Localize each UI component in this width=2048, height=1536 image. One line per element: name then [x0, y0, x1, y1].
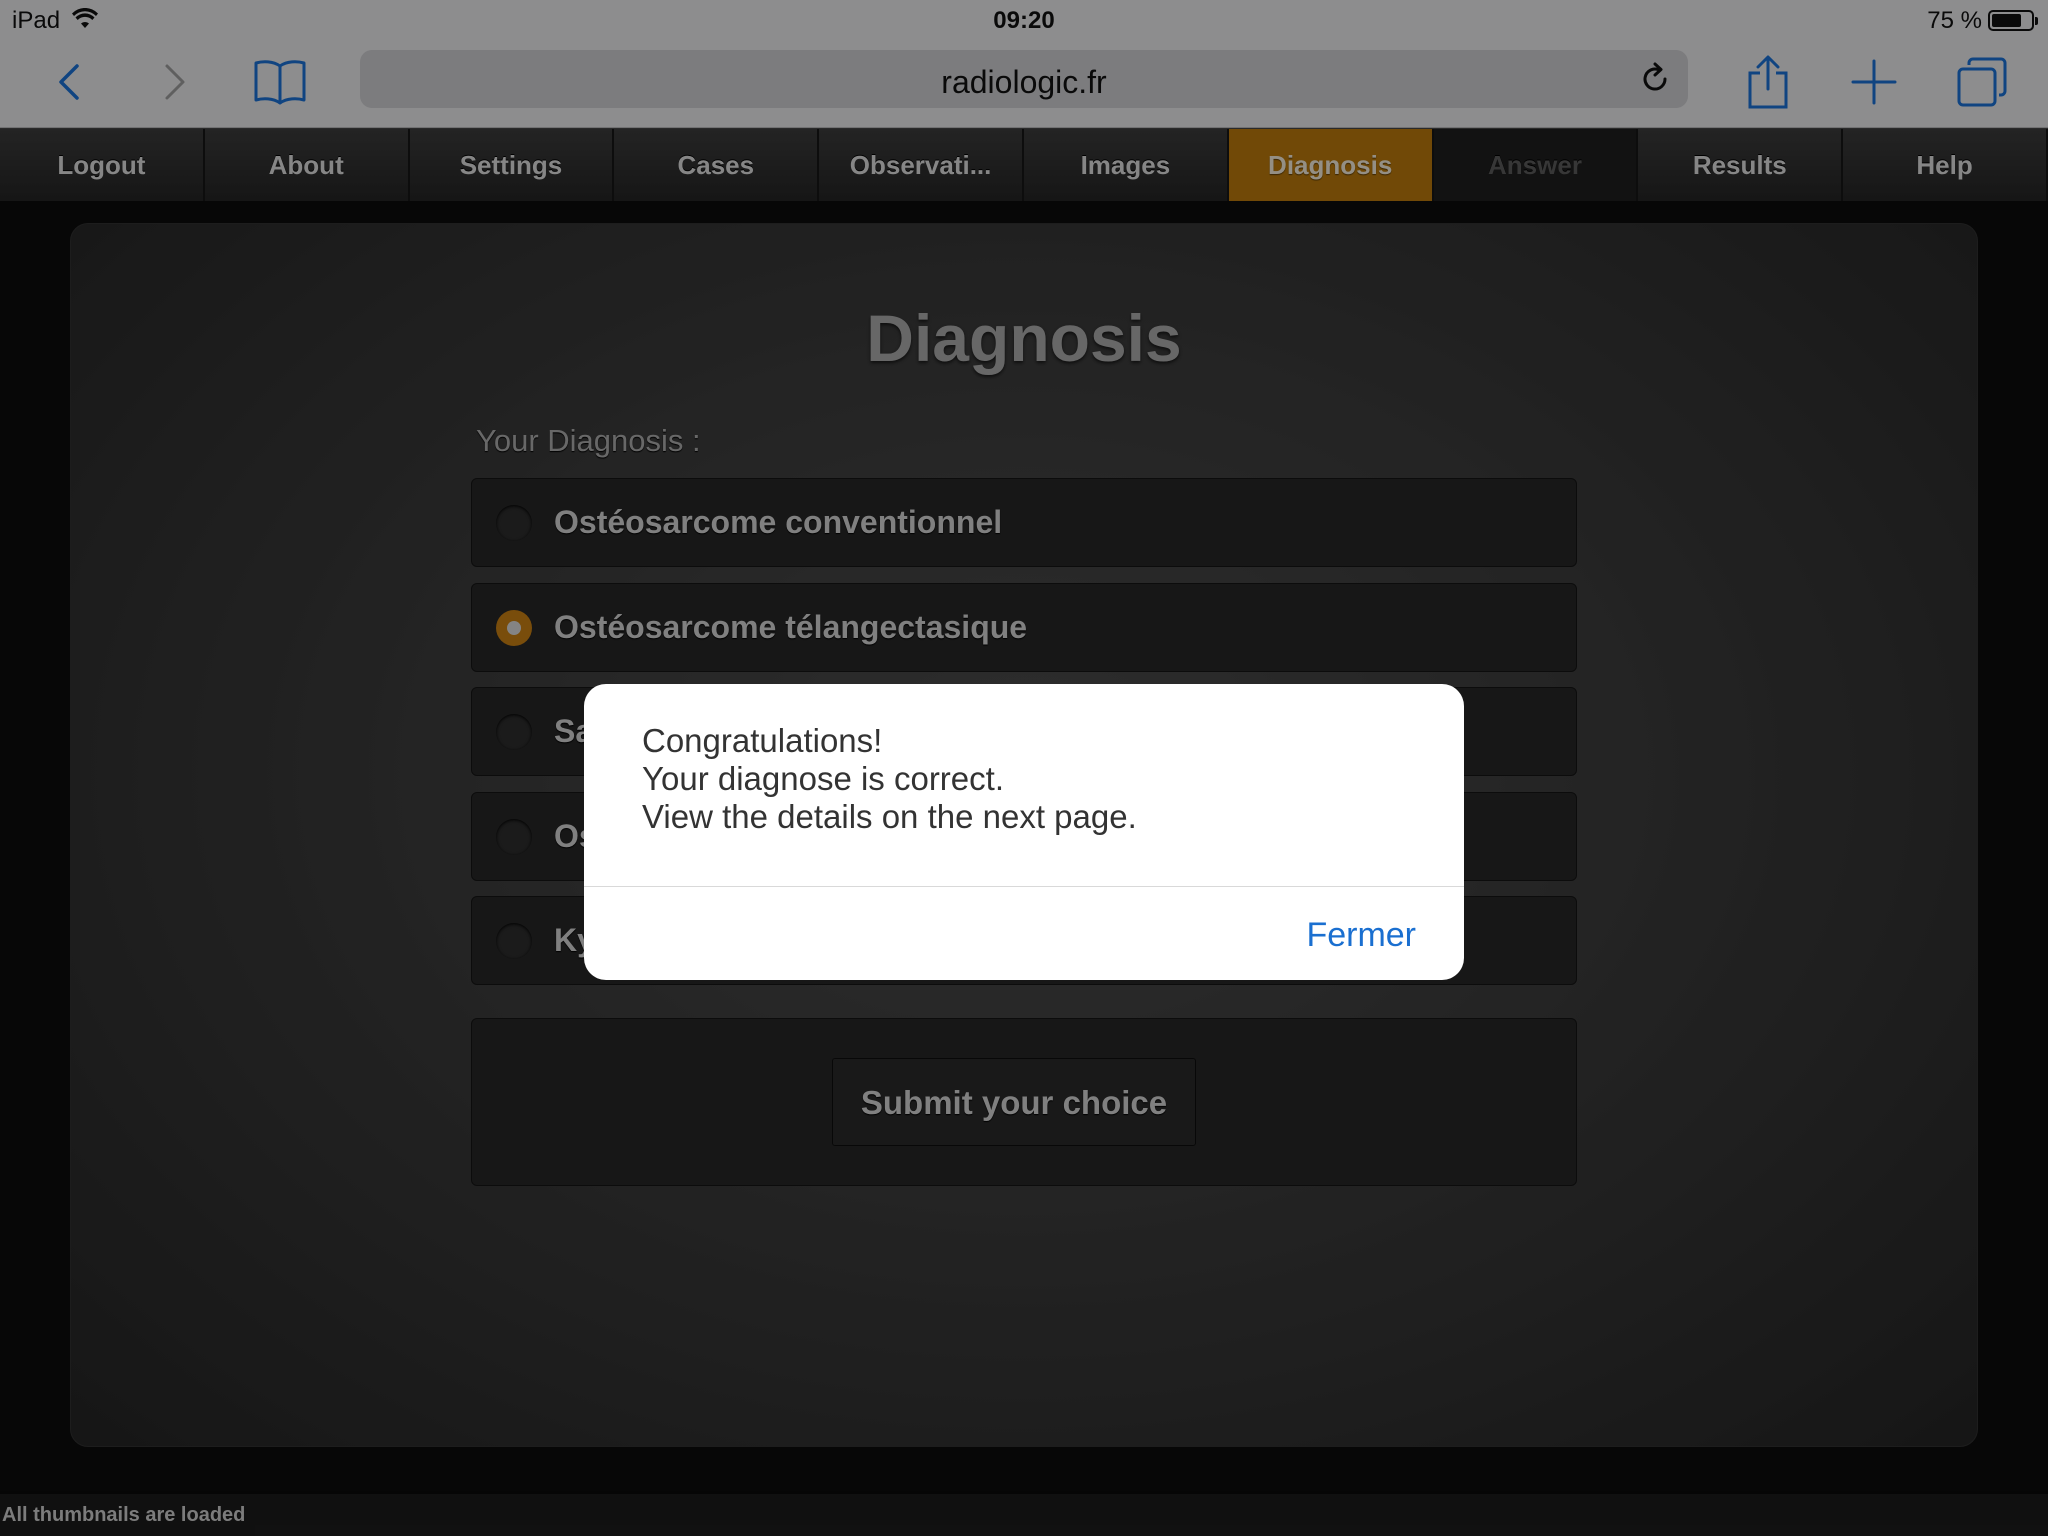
close-button[interactable]: Fermer	[1306, 916, 1416, 955]
alert-line: Congratulations!	[642, 722, 883, 759]
alert-divider	[584, 886, 1464, 887]
alert-line: View the details on the next page.	[642, 798, 1137, 835]
alert-message: Congratulations! Your diagnose is correc…	[642, 722, 1137, 836]
alert-dialog: Congratulations! Your diagnose is correc…	[584, 684, 1464, 980]
alert-line: Your diagnose is correct.	[642, 760, 1004, 797]
